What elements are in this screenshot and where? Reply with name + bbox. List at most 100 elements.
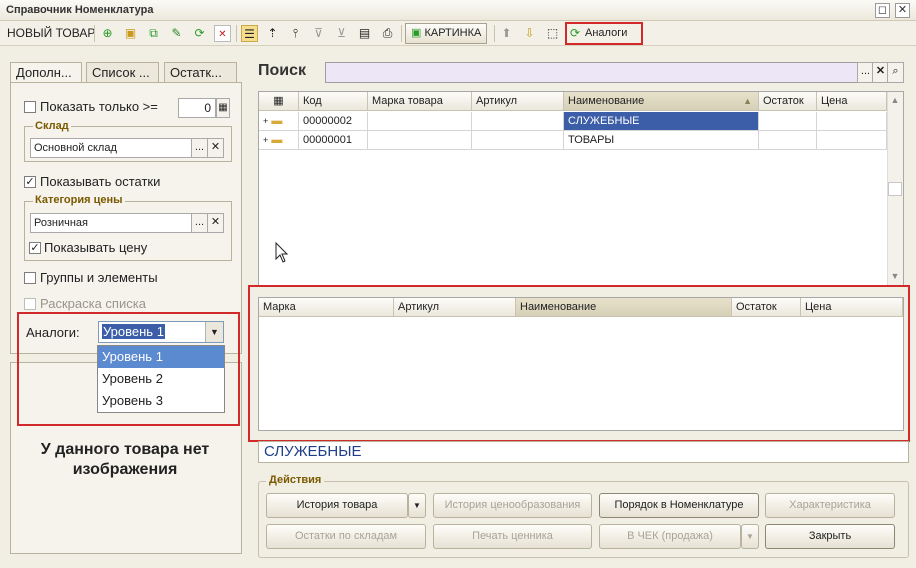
table-cell-code[interactable]: 00000001 — [299, 131, 368, 150]
grid-settings-icon[interactable]: ▦ — [259, 92, 299, 111]
analogs-label: Аналоги — [585, 27, 628, 39]
scroll-thumb[interactable] — [888, 182, 902, 196]
price-select-button[interactable]: ... — [191, 213, 208, 233]
column-header-name-label: Наименование — [568, 95, 645, 107]
add-folder-icon[interactable]: ▣ — [122, 25, 139, 42]
history-button[interactable]: История товара — [266, 493, 408, 518]
column-header-article[interactable]: Артикул — [472, 92, 564, 111]
table-cell-stock[interactable] — [759, 112, 817, 131]
analog-column-header-price[interactable]: Цена — [801, 298, 903, 317]
analogs-option[interactable]: Уровень 3 — [98, 390, 224, 412]
calculator-icon[interactable]: ▦ — [216, 98, 230, 118]
table-cell-brand[interactable] — [368, 112, 472, 131]
warehouse-field[interactable]: Основной склад — [30, 138, 192, 158]
close-button[interactable]: Закрыть — [765, 524, 895, 549]
history-dropdown-icon[interactable]: ▼ — [408, 493, 426, 518]
show-stock-checkbox[interactable]: ✓ — [24, 176, 36, 188]
table-cell-article[interactable] — [472, 112, 564, 131]
download-icon[interactable]: ⇩ — [521, 25, 538, 42]
show-price-label: Показывать цену — [44, 240, 148, 255]
tab-additional[interactable]: Дополн... — [10, 62, 82, 84]
list-settings-icon[interactable]: ▤ — [356, 25, 373, 42]
analog-column-header-stock[interactable]: Остаток — [732, 298, 801, 317]
picture-label: КАРТИНКА — [424, 27, 482, 39]
table-cell-brand[interactable] — [368, 131, 472, 150]
actions-title: Действия — [266, 474, 325, 486]
table-row-expander[interactable]: + ▬ — [259, 112, 299, 131]
analogs-level-label: Аналоги: — [26, 325, 80, 340]
order-button[interactable]: Порядок в Номенклатуре — [599, 493, 759, 518]
show-only-checkbox[interactable] — [24, 101, 36, 113]
picture-button[interactable]: ▣ КАРТИНКА — [405, 23, 488, 44]
filter-icon[interactable]: ⊻ — [333, 25, 350, 42]
expand-icon: + — [263, 116, 269, 126]
close-window-button[interactable]: ✕ — [895, 3, 910, 18]
price-category-field[interactable]: Розничная — [30, 213, 192, 233]
toolbar-separator — [401, 25, 402, 42]
table-cell-name[interactable]: СЛУЖЕБНЫЕ — [564, 112, 759, 131]
filter-settings-icon[interactable]: ⫯ — [287, 25, 304, 42]
print-icon[interactable]: ⎙ — [379, 25, 396, 42]
analogs-grid[interactable] — [258, 297, 904, 431]
scroll-up-icon[interactable]: ▲ — [887, 92, 903, 108]
analogs-option[interactable]: Уровень 1 — [98, 346, 224, 368]
stock-by-warehouse-button[interactable]: Остатки по складам — [266, 524, 426, 549]
to-check-button[interactable]: В ЧЕК (продажа) — [599, 524, 741, 549]
search-input[interactable] — [325, 62, 859, 83]
select-icon[interactable]: ⬚ — [544, 25, 561, 42]
table-cell-price[interactable] — [817, 112, 887, 131]
table-cell-price[interactable] — [817, 131, 887, 150]
column-header-brand[interactable]: Марка товара — [368, 92, 472, 111]
analogs-selected-value: Уровень 1 — [102, 324, 165, 339]
search-icon[interactable]: ⌕ — [887, 62, 904, 83]
analogs-option[interactable]: Уровень 2 — [98, 368, 224, 390]
price-history-button[interactable]: История ценообразования — [433, 493, 592, 518]
copy-icon[interactable]: ⧉ — [145, 25, 162, 42]
refresh-icon[interactable]: ⟳ — [191, 25, 208, 42]
column-header-code[interactable]: Код — [299, 92, 368, 111]
coloring-checkbox[interactable] — [24, 298, 36, 310]
window-title: Справочник Номенклатура — [6, 4, 154, 16]
filter-clear-icon[interactable]: ⊽ — [310, 25, 327, 42]
warehouse-select-button[interactable]: ... — [191, 138, 208, 158]
folder-icon: ▬ — [271, 134, 283, 146]
table-cell-stock[interactable] — [759, 131, 817, 150]
analog-column-header-article[interactable]: Артикул — [394, 298, 516, 317]
tab-list[interactable]: Список ... — [86, 62, 159, 83]
edit-icon[interactable]: ✎ — [168, 25, 185, 42]
table-cell-code[interactable]: 00000002 — [299, 112, 368, 131]
toolbar-separator — [94, 25, 95, 42]
print-label-button[interactable]: Печать ценника — [433, 524, 592, 549]
toolbar-separator — [494, 25, 495, 42]
sort-icon: ▲ — [743, 96, 752, 106]
table-cell-article[interactable] — [472, 131, 564, 150]
folder-up-icon[interactable]: ⇡ — [264, 25, 281, 42]
analog-column-header-name[interactable]: Наименование — [516, 298, 732, 317]
groups-elements-label: Группы и элементы — [40, 270, 158, 285]
folder-icon: ▬ — [271, 115, 283, 127]
warehouse-clear-button[interactable]: ✕ — [207, 138, 224, 158]
table-cell-name[interactable]: ТОВАРЫ — [564, 131, 759, 150]
hierarchy-icon[interactable]: ☰ — [241, 25, 258, 42]
add-icon[interactable]: ⊕ — [99, 25, 116, 42]
price-clear-button[interactable]: ✕ — [207, 213, 224, 233]
tab-stock[interactable]: Остатк... — [164, 62, 237, 83]
analogs-button[interactable]: ⟳ Аналоги — [565, 22, 643, 45]
show-only-label: Показать только >= — [40, 99, 158, 114]
groups-elements-checkbox[interactable] — [24, 272, 36, 284]
delete-icon[interactable]: ✕ — [214, 25, 231, 42]
scroll-down-icon[interactable]: ▼ — [887, 268, 903, 284]
to-check-dropdown-icon[interactable]: ▼ — [741, 524, 759, 549]
new-item-button[interactable]: НОВЫЙ ТОВАР — [7, 26, 95, 40]
characteristic-button[interactable]: Характеристика — [765, 493, 895, 518]
column-header-stock[interactable]: Остаток — [759, 92, 817, 111]
show-only-input[interactable]: 0 — [178, 98, 216, 118]
show-price-checkbox[interactable]: ✓ — [29, 242, 41, 254]
move-icon[interactable]: ⬆ — [498, 25, 515, 42]
column-header-price[interactable]: Цена — [817, 92, 887, 111]
column-header-name[interactable]: Наименование ▲ — [564, 92, 759, 111]
analog-column-header-brand[interactable]: Марка — [259, 298, 394, 317]
analogs-level-select[interactable]: Уровень 1 ▼ — [98, 321, 224, 343]
table-row-expander[interactable]: + ▬ — [259, 131, 299, 150]
restore-button[interactable]: ◻ — [875, 3, 890, 18]
